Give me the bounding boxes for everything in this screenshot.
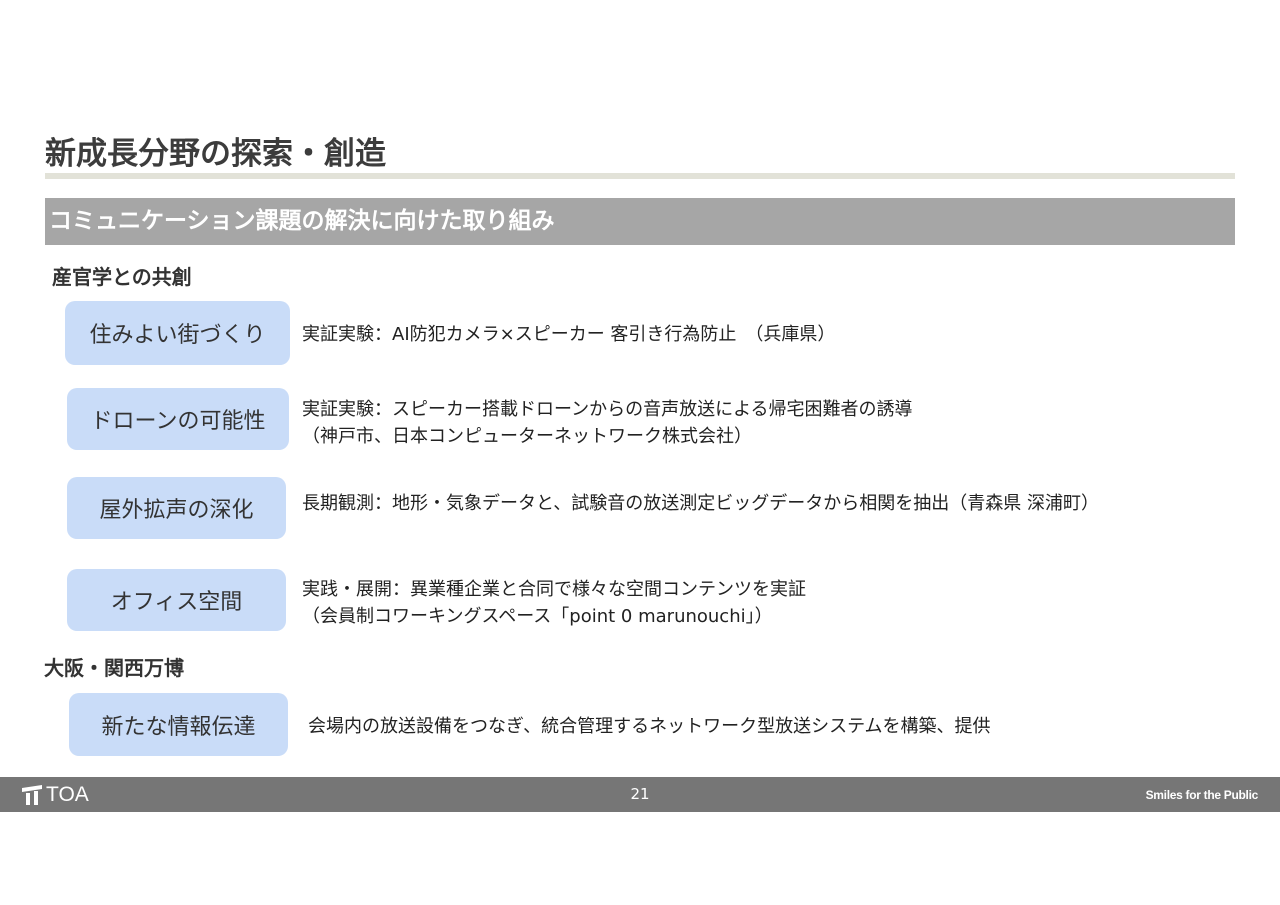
topic-pill-town: 住みよい街づくり — [65, 301, 290, 365]
description-line: （会員制コワーキングスペース「point 0 marunouchi」） — [302, 606, 773, 627]
topic-pill-label: 住みよい街づくり — [89, 323, 266, 348]
slide: 新成長分野の探索・創造 コミュニケーション課題の解決に向けた取り組み 産官学との… — [0, 0, 1280, 905]
topic-description-town: 実証実験：AI防犯カメラ×スピーカー 客引き行為防止 （兵庫県） — [302, 321, 835, 348]
group-heading-cocreation: 産官学との共創 — [52, 265, 192, 289]
topic-pill-outdoor: 屋外拡声の深化 — [67, 477, 286, 539]
topic-description-office: 実践・展開：異業種企業と合同で様々な空間コンテンツを実証 （会員制コワーキングス… — [302, 576, 806, 630]
topic-pill-label: ドローンの可能性 — [90, 409, 266, 434]
page-title: 新成長分野の探索・創造 — [45, 136, 386, 172]
topic-description-outdoor: 長期観測：地形・気象データと、試験音の放送測定ビッグデータから相関を抽出（青森県… — [302, 490, 1099, 517]
topic-pill-expo: 新たな情報伝達 — [69, 693, 288, 756]
topic-description-expo: 会場内の放送設備をつなぎ、統合管理するネットワーク型放送システムを構築、提供 — [308, 713, 991, 740]
topic-pill-label: 新たな情報伝達 — [101, 714, 256, 740]
group-heading-expo: 大阪・関西万博 — [44, 656, 184, 680]
description-line: 長期観測：地形・気象データと、試験音の放送測定ビッグデータから相関を抽出（青森県… — [302, 493, 1099, 514]
logo-text: TOA — [46, 782, 89, 806]
page-number: 21 — [630, 785, 650, 803]
toa-logo-icon — [22, 784, 42, 805]
topic-pill-label: 屋外拡声の深化 — [99, 498, 254, 523]
section-banner: コミュニケーション課題の解決に向けた取り組み — [45, 198, 1235, 245]
description-line: 実証実験：AI防犯カメラ×スピーカー 客引き行為防止 （兵庫県） — [302, 324, 836, 345]
company-logo: TOA — [22, 782, 89, 806]
title-underline — [45, 173, 1235, 179]
topic-pill-label: オフィス空間 — [110, 590, 243, 615]
footer-bar: TOA 21 Smiles for the Public — [0, 777, 1280, 812]
description-line: 実証実験：スピーカー搭載ドローンからの音声放送による帰宅困難者の誘導 — [302, 399, 913, 420]
description-line: （神戸市、日本コンピューターネットワーク株式会社） — [302, 426, 752, 447]
description-line: 会場内の放送設備をつなぎ、統合管理するネットワーク型放送システムを構築、提供 — [308, 716, 991, 737]
topic-pill-drone: ドローンの可能性 — [67, 388, 289, 450]
description-line: 実践・展開：異業種企業と合同で様々な空間コンテンツを実証 — [302, 579, 806, 600]
topic-pill-office: オフィス空間 — [67, 569, 286, 631]
topic-description-drone: 実証実験：スピーカー搭載ドローンからの音声放送による帰宅困難者の誘導 （神戸市、… — [302, 396, 913, 450]
footer-tagline: Smiles for the Public — [1145, 788, 1259, 802]
